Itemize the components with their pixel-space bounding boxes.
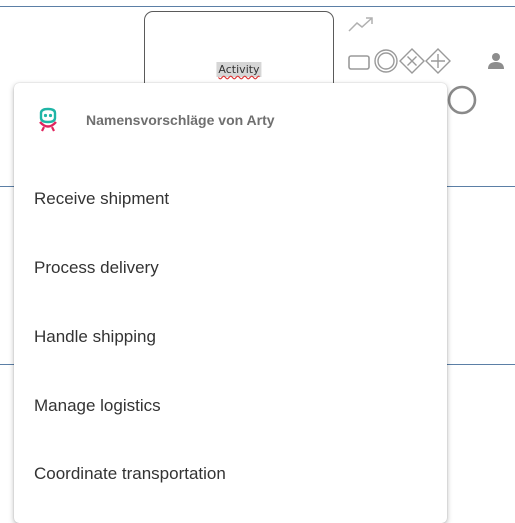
parallel-gateway-icon[interactable] bbox=[425, 48, 451, 74]
lane-border-top bbox=[0, 6, 515, 7]
suggestion-item[interactable]: Coordinate transportation bbox=[14, 452, 447, 498]
suggestion-label[interactable]: Handle shipping bbox=[34, 327, 156, 347]
activity-label[interactable]: Activity bbox=[216, 62, 262, 77]
suggestion-item[interactable]: Handle shipping bbox=[14, 315, 447, 361]
event-circle-icon[interactable] bbox=[373, 48, 399, 74]
menu-header: Namensvorschläge von Arty bbox=[14, 105, 447, 137]
menu-header-label: Namensvorschläge von Arty bbox=[86, 112, 275, 128]
end-event-icon[interactable] bbox=[446, 84, 478, 116]
name-suggestions-menu: Namensvorschläge von Arty Receive shipme… bbox=[14, 83, 447, 523]
suggestion-item[interactable]: Receive shipment bbox=[14, 177, 447, 223]
arty-icon bbox=[39, 107, 57, 132]
suggestion-item[interactable]: Manage logistics bbox=[14, 384, 447, 430]
task-rectangle-icon[interactable] bbox=[347, 52, 371, 72]
person-icon[interactable] bbox=[485, 50, 507, 72]
suggestion-label[interactable]: Receive shipment bbox=[34, 189, 169, 209]
connector-arrow-icon[interactable] bbox=[346, 14, 376, 36]
suggestion-label[interactable]: Process delivery bbox=[34, 258, 159, 278]
suggestion-label[interactable]: Coordinate transportation bbox=[34, 464, 226, 484]
suggestion-label[interactable]: Manage logistics bbox=[34, 396, 161, 416]
exclusive-gateway-icon[interactable] bbox=[399, 48, 425, 74]
suggestion-item[interactable]: Process delivery bbox=[14, 246, 447, 292]
